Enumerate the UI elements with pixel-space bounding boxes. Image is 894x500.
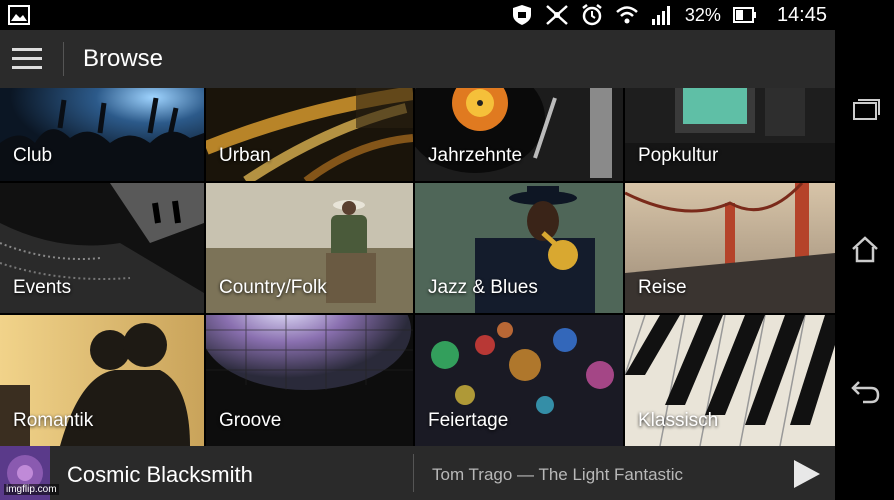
nfc-icon	[546, 5, 568, 25]
category-label: Romantik	[13, 410, 94, 431]
category-label: Urban	[219, 145, 271, 166]
mini-player[interactable]: Cosmic Blacksmith Tom Trago — The Light …	[0, 446, 835, 500]
category-tile-reise[interactable]: Reise	[625, 183, 835, 313]
track-artist-album: Tom Trago — The Light Fantastic	[432, 465, 684, 484]
jahrzehnte-image	[415, 88, 623, 181]
recent-apps-icon[interactable]	[849, 96, 881, 126]
alarm-icon	[582, 4, 602, 26]
category-tile-feiertage[interactable]: Feiertage	[415, 315, 623, 446]
wifi-icon	[616, 6, 638, 24]
category-tile-jahrzehnte[interactable]: Jahrzehnte	[415, 88, 623, 181]
app-bar-divider	[63, 42, 64, 76]
category-tile-club[interactable]: Club	[0, 88, 204, 181]
app-bar: Browse	[0, 30, 835, 88]
page-title: Browse	[83, 45, 164, 72]
category-tile-urban[interactable]: Urban	[206, 88, 413, 181]
category-grid: Club Urban Jahrzehnte Popkultur Events C…	[0, 88, 835, 446]
gallery-icon	[8, 5, 30, 25]
category-tile-romantik[interactable]: Romantik	[0, 315, 204, 446]
category-label: Popkultur	[638, 145, 719, 166]
category-label: Events	[13, 277, 72, 298]
category-label: Groove	[219, 410, 282, 431]
category-label: Club	[13, 145, 53, 166]
category-label: Klassisch	[638, 410, 719, 431]
category-tile-events[interactable]: Events	[0, 183, 204, 313]
system-nav-bar	[835, 0, 894, 500]
battery-percent: 32%	[684, 4, 721, 25]
category-tile-groove[interactable]: Groove	[206, 315, 413, 446]
category-label: Reise	[638, 277, 687, 298]
status-bar: 32% 14:45	[0, 0, 835, 30]
category-label: Jahrzehnte	[428, 145, 523, 166]
urban-image	[206, 88, 413, 181]
home-icon[interactable]	[849, 234, 881, 264]
battery-icon	[732, 7, 756, 23]
signal-icon	[651, 6, 670, 25]
hamburger-menu-icon[interactable]	[12, 47, 42, 71]
popkultur-image	[625, 88, 835, 181]
shield-icon	[512, 5, 531, 25]
category-tile-country-folk[interactable]: Country/Folk	[206, 183, 413, 313]
category-label: Country/Folk	[219, 277, 327, 298]
play-icon[interactable]	[790, 458, 824, 490]
status-clock: 14:45	[776, 3, 827, 26]
track-title: Cosmic Blacksmith	[67, 462, 253, 487]
category-label: Feiertage	[428, 410, 509, 431]
player-divider	[413, 454, 414, 492]
back-icon[interactable]	[849, 376, 881, 406]
category-tile-popkultur[interactable]: Popkultur	[625, 88, 835, 181]
watermark: imgflip.com	[4, 484, 59, 495]
club-image	[0, 88, 204, 181]
category-label: Jazz & Blues	[428, 277, 538, 298]
category-tile-klassisch[interactable]: Klassisch	[625, 315, 835, 446]
category-tile-jazz-blues[interactable]: Jazz & Blues	[415, 183, 623, 313]
